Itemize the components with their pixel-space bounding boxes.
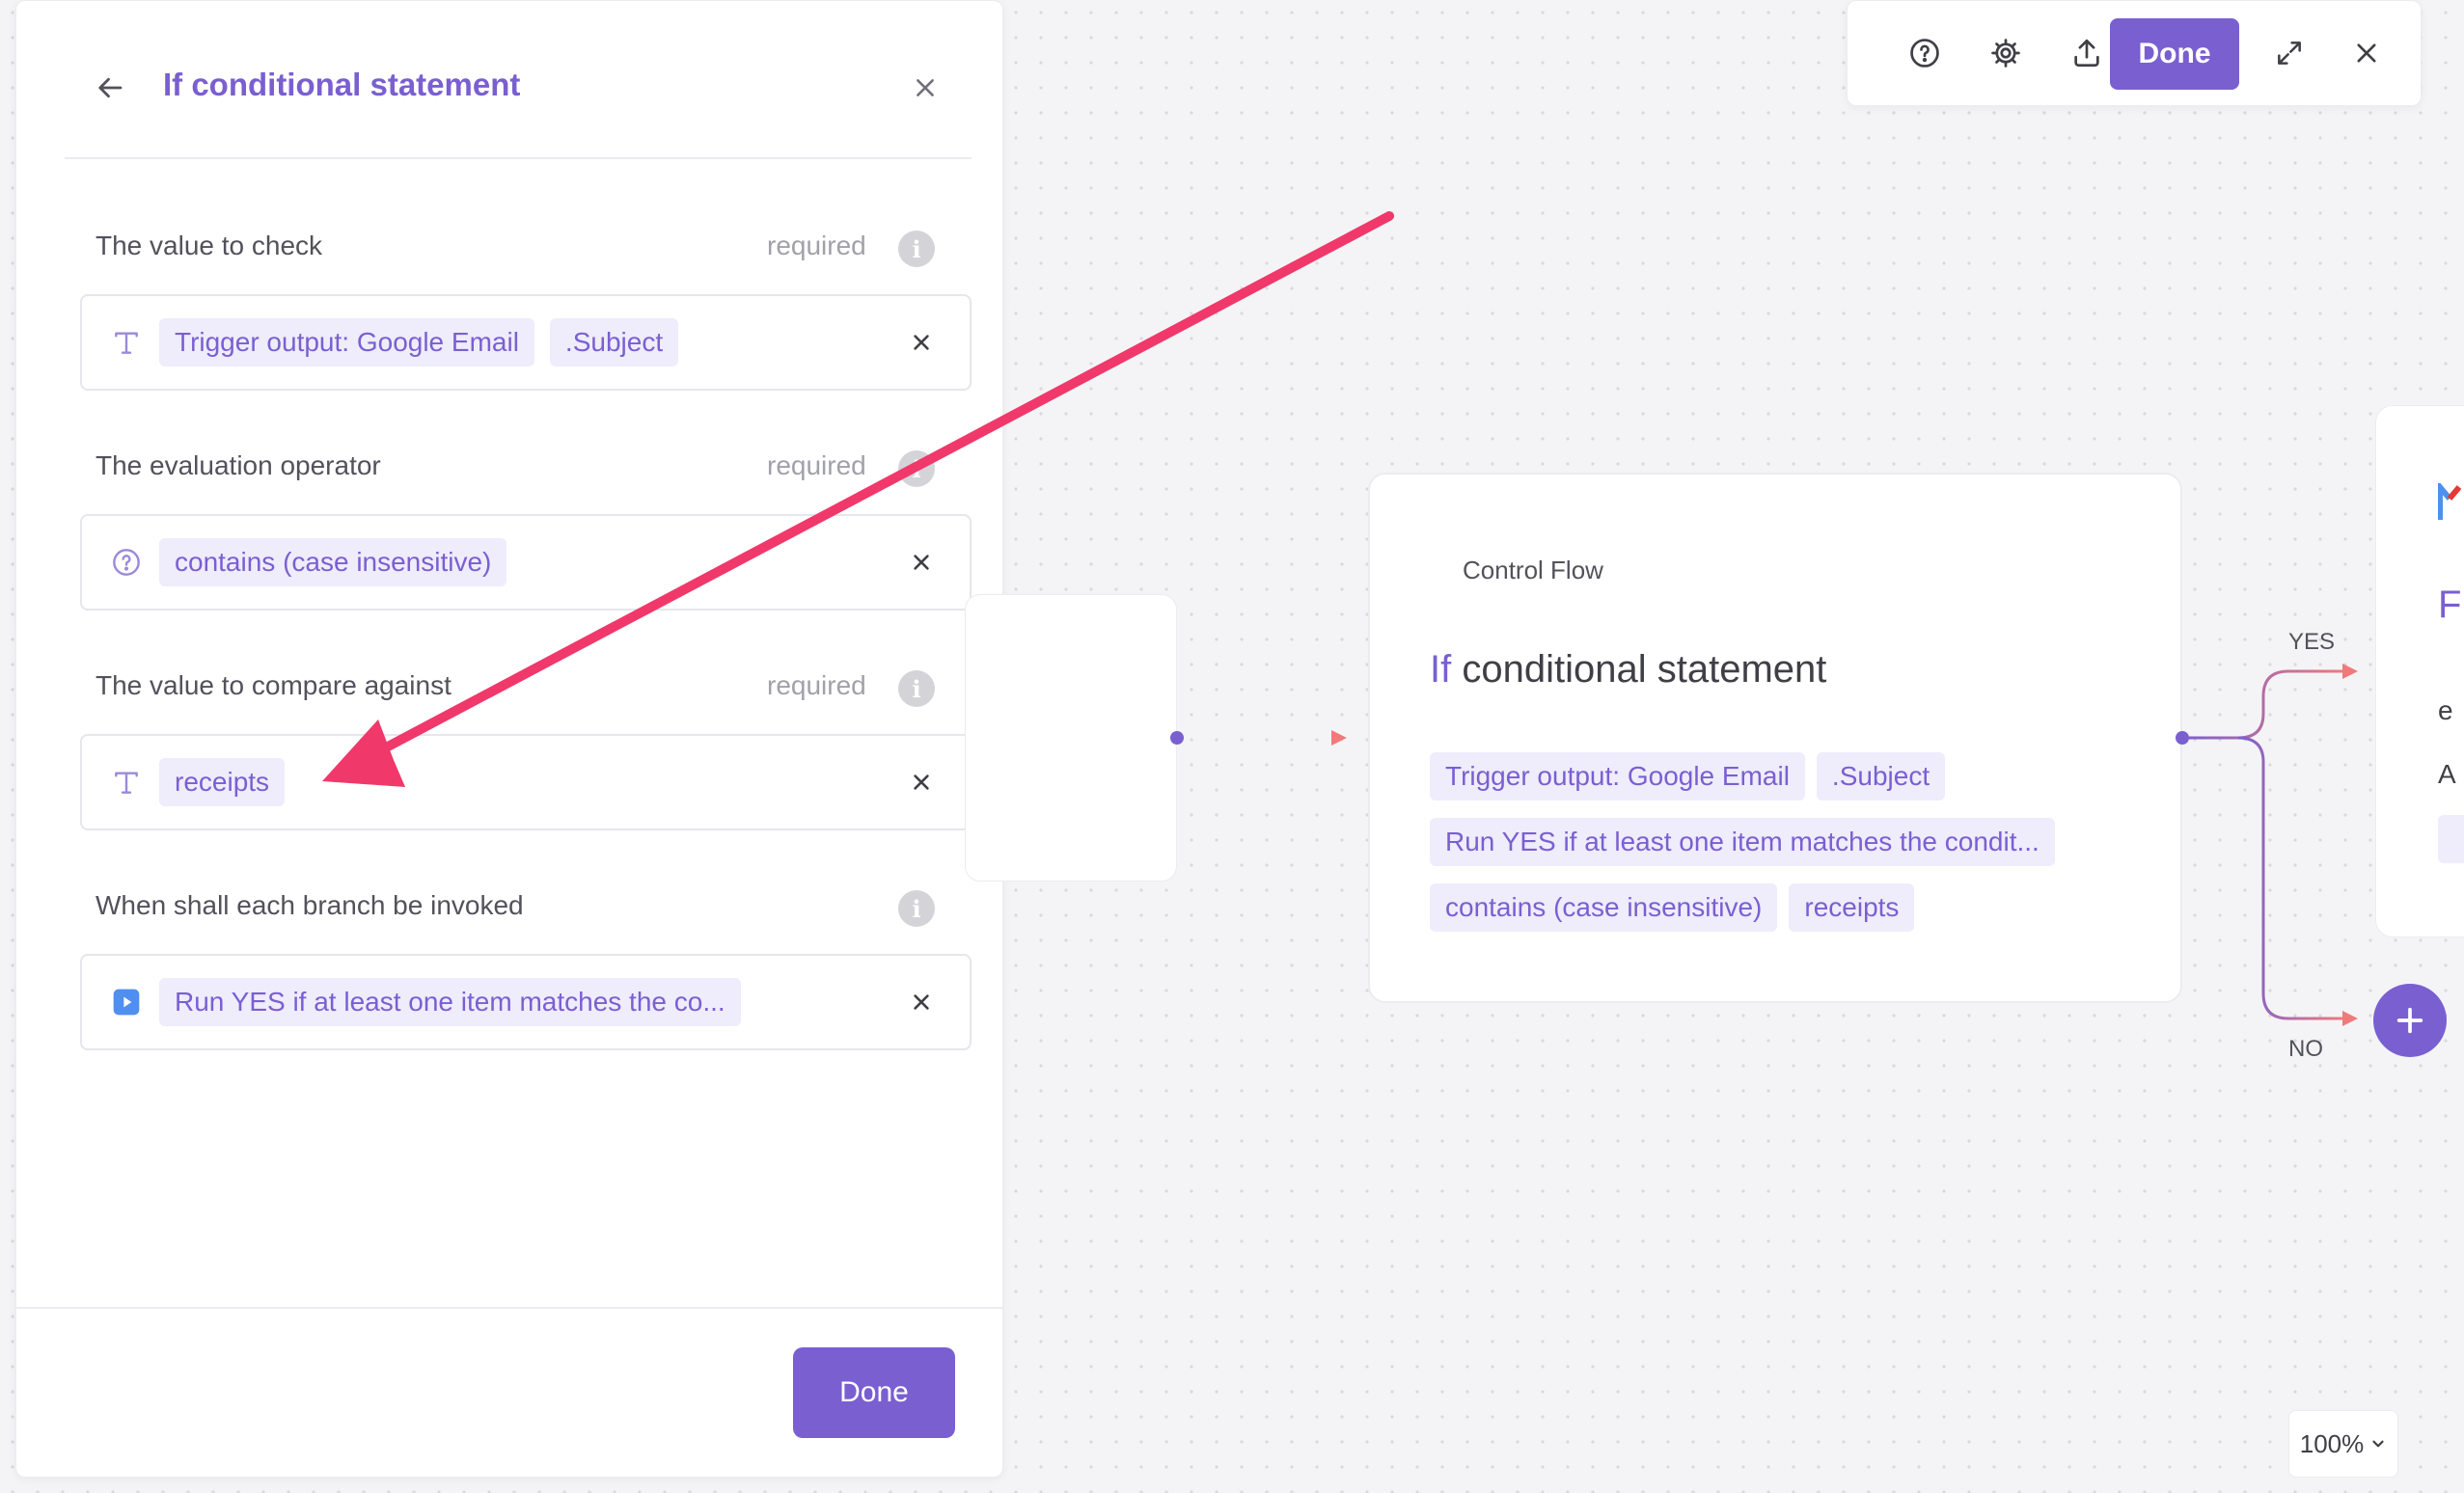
canvas-overlay — [322, 211, 2358, 1026]
connector-branches — [2176, 664, 2358, 1026]
annotation-arrow — [322, 211, 1394, 787]
connector-trigger-to-if — [1170, 730, 1347, 746]
